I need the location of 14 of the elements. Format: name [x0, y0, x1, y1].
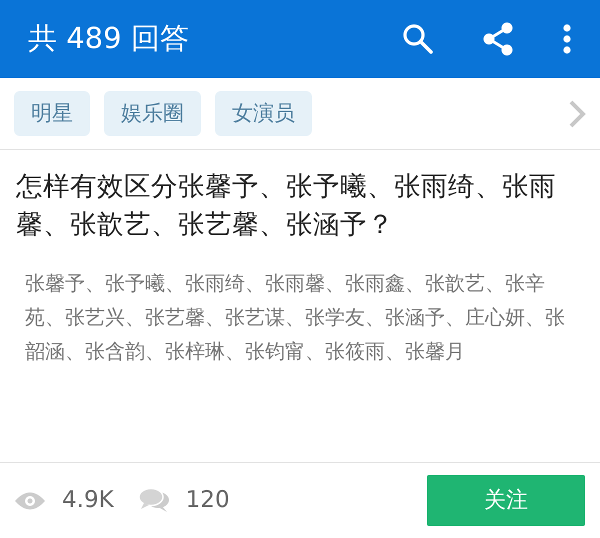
- more-icon[interactable]: [562, 24, 572, 54]
- comment-count: 120: [186, 486, 231, 516]
- page-title: 共 489 回答: [28, 20, 190, 58]
- follow-button[interactable]: 关注: [427, 475, 585, 526]
- topic-tag[interactable]: 女演员: [215, 90, 312, 136]
- topic-tag[interactable]: 明星: [14, 90, 90, 136]
- topic-tag[interactable]: 娱乐圈: [104, 90, 201, 136]
- eye-icon: [14, 490, 46, 512]
- view-count: 4.9K: [62, 486, 114, 516]
- search-icon[interactable]: [402, 23, 434, 55]
- question-title: 怎样有效区分张馨予、张予曦、张雨绮、张雨馨、张歆艺、张艺馨、张涵予？: [15, 170, 557, 242]
- question-description: 张馨予、张予曦、张雨绮、张雨馨、张雨鑫、张歆艺、张辛苑、张艺兴、张艺馨、张艺谋、张学友、张涵予、庄心妍、张韶涵、张含韵、张梓琳、张钧甯、张筱雨、张馨月: [24, 270, 566, 365]
- comments-icon: [138, 488, 170, 514]
- share-icon[interactable]: [482, 22, 514, 56]
